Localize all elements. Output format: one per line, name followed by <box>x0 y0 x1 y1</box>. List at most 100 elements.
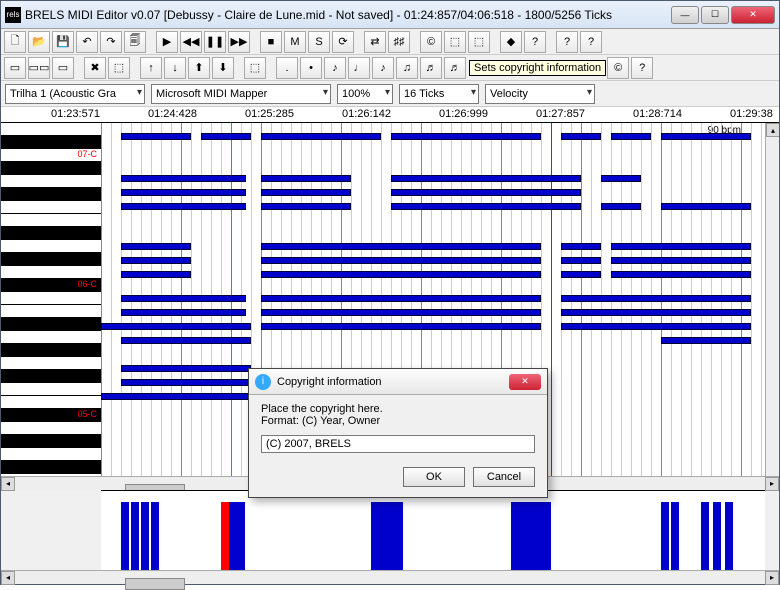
toolbar-button[interactable]: ♪ <box>372 57 394 79</box>
toolbar-button[interactable]: ▭ <box>4 57 26 79</box>
piano-key[interactable]: 05-C <box>1 409 101 422</box>
toolbar-button[interactable]: ✖ <box>84 57 106 79</box>
toolbar-button[interactable]: ♫ <box>396 57 418 79</box>
velocity-bar[interactable] <box>527 502 535 570</box>
toolbar-button[interactable]: ⬚ <box>468 31 490 53</box>
piano-key[interactable] <box>1 331 101 344</box>
midi-note[interactable] <box>121 379 251 386</box>
vertical-scrollbar[interactable]: ▴ <box>765 123 779 476</box>
piano-key[interactable] <box>1 396 101 409</box>
toolbar-button[interactable]: ⬚ <box>244 57 266 79</box>
piano-key[interactable]: 07-C <box>1 149 101 162</box>
toolbar-button[interactable]: • <box>300 57 322 79</box>
velocity-bar[interactable] <box>543 502 551 570</box>
toolbar-button[interactable]: ◀◀ <box>180 31 202 53</box>
toolbar-button[interactable]: ? <box>524 31 546 53</box>
device-select[interactable]: Microsoft MIDI Mapper <box>151 84 331 104</box>
midi-note[interactable] <box>261 243 541 250</box>
scroll-right-button[interactable]: ▸ <box>765 477 779 491</box>
toolbar-button[interactable]: ⬇ <box>212 57 234 79</box>
velocity-bar[interactable] <box>519 502 527 570</box>
scroll-up-button[interactable]: ▴ <box>766 123 779 137</box>
toolbar-button[interactable]: 🗋 <box>4 31 26 53</box>
midi-note[interactable] <box>101 323 251 330</box>
velocity-bar[interactable] <box>121 502 129 570</box>
toolbar-button[interactable]: ↶ <box>76 31 98 53</box>
piano-keyboard[interactable]: 07-C06-C05-C04-C <box>1 123 101 476</box>
midi-note[interactable] <box>601 175 641 182</box>
maximize-button[interactable]: ☐ <box>701 6 729 24</box>
midi-note[interactable] <box>601 203 641 210</box>
toolbar-button[interactable]: ⇄ <box>364 31 386 53</box>
toolbar-button[interactable]: ♬ <box>444 57 466 79</box>
velocity-bar[interactable] <box>725 502 733 570</box>
velocity-bar[interactable] <box>229 502 237 570</box>
toolbar-button[interactable]: ↓ <box>164 57 186 79</box>
midi-note[interactable] <box>561 323 751 330</box>
toolbar-button[interactable]: ↑ <box>140 57 162 79</box>
midi-note[interactable] <box>661 203 751 210</box>
piano-key[interactable] <box>1 383 101 396</box>
velocity-bar[interactable] <box>535 502 543 570</box>
midi-note[interactable] <box>611 271 751 278</box>
piano-key[interactable]: 06-C <box>1 279 101 292</box>
toolbar-button[interactable]: ♬ <box>420 57 442 79</box>
piano-key[interactable] <box>1 123 101 136</box>
midi-note[interactable] <box>121 175 246 182</box>
piano-key[interactable] <box>1 136 101 149</box>
toolbar-button[interactable]: 📂 <box>28 31 50 53</box>
piano-key[interactable] <box>1 461 101 474</box>
midi-note[interactable] <box>391 133 541 140</box>
midi-note[interactable] <box>121 133 191 140</box>
piano-key[interactable] <box>1 188 101 201</box>
toolbar-button[interactable]: ⬆ <box>188 57 210 79</box>
midi-note[interactable] <box>391 189 581 196</box>
toolbar-button[interactable]: M <box>284 31 306 53</box>
toolbar-button[interactable]: ■ <box>260 31 282 53</box>
toolbar-button[interactable]: ♪ <box>324 57 346 79</box>
velocity-bar[interactable] <box>221 502 229 570</box>
velocity-bar[interactable] <box>379 502 387 570</box>
velocity-bar[interactable] <box>131 502 139 570</box>
midi-note[interactable] <box>121 271 191 278</box>
midi-note[interactable] <box>261 175 351 182</box>
close-button[interactable]: ✕ <box>731 6 775 24</box>
scroll-left-button[interactable]: ◂ <box>1 571 15 585</box>
toolbar-button[interactable]: © <box>607 57 629 79</box>
toolbar-button[interactable]: ? <box>556 31 578 53</box>
piano-key[interactable] <box>1 370 101 383</box>
midi-note[interactable] <box>561 133 601 140</box>
dialog-titlebar[interactable]: i Copyright information ✕ <box>249 369 547 395</box>
piano-key[interactable] <box>1 175 101 188</box>
velocity-pane[interactable] <box>101 490 765 570</box>
midi-note[interactable] <box>261 295 541 302</box>
toolbar-button[interactable]: ▶ <box>156 31 178 53</box>
scroll-right-button[interactable]: ▸ <box>765 571 779 585</box>
cancel-button[interactable]: Cancel <box>473 467 535 487</box>
velocity-bar[interactable] <box>713 502 721 570</box>
midi-note[interactable] <box>661 133 751 140</box>
toolbar-button[interactable]: ◆ <box>500 31 522 53</box>
midi-note[interactable] <box>121 337 251 344</box>
toolbar-button[interactable]: ? <box>580 31 602 53</box>
zoom-select[interactable]: 100% <box>337 84 393 104</box>
midi-note[interactable] <box>261 257 541 264</box>
piano-key[interactable] <box>1 305 101 318</box>
velocity-bar[interactable] <box>511 502 519 570</box>
midi-note[interactable] <box>121 243 191 250</box>
toolbar-button[interactable]: S <box>308 31 330 53</box>
midi-note[interactable] <box>261 323 541 330</box>
midi-note[interactable] <box>121 365 251 372</box>
midi-note[interactable] <box>561 309 751 316</box>
scroll-thumb[interactable] <box>125 578 185 590</box>
velocity-bar[interactable] <box>671 502 679 570</box>
midi-note[interactable] <box>261 271 541 278</box>
ok-button[interactable]: OK <box>403 467 465 487</box>
horizontal-scrollbar-bottom[interactable]: ◂ ▸ <box>1 570 779 584</box>
piano-key[interactable] <box>1 474 101 476</box>
velocity-bar[interactable] <box>387 502 395 570</box>
toolbar-button[interactable]: ▶▶ <box>228 31 250 53</box>
midi-note[interactable] <box>121 295 246 302</box>
track-select[interactable]: Trilha 1 (Acoustic Gra <box>5 84 145 104</box>
time-ruler[interactable]: 01:23:57101:24:42801:25:28501:26:14201:2… <box>1 107 779 123</box>
